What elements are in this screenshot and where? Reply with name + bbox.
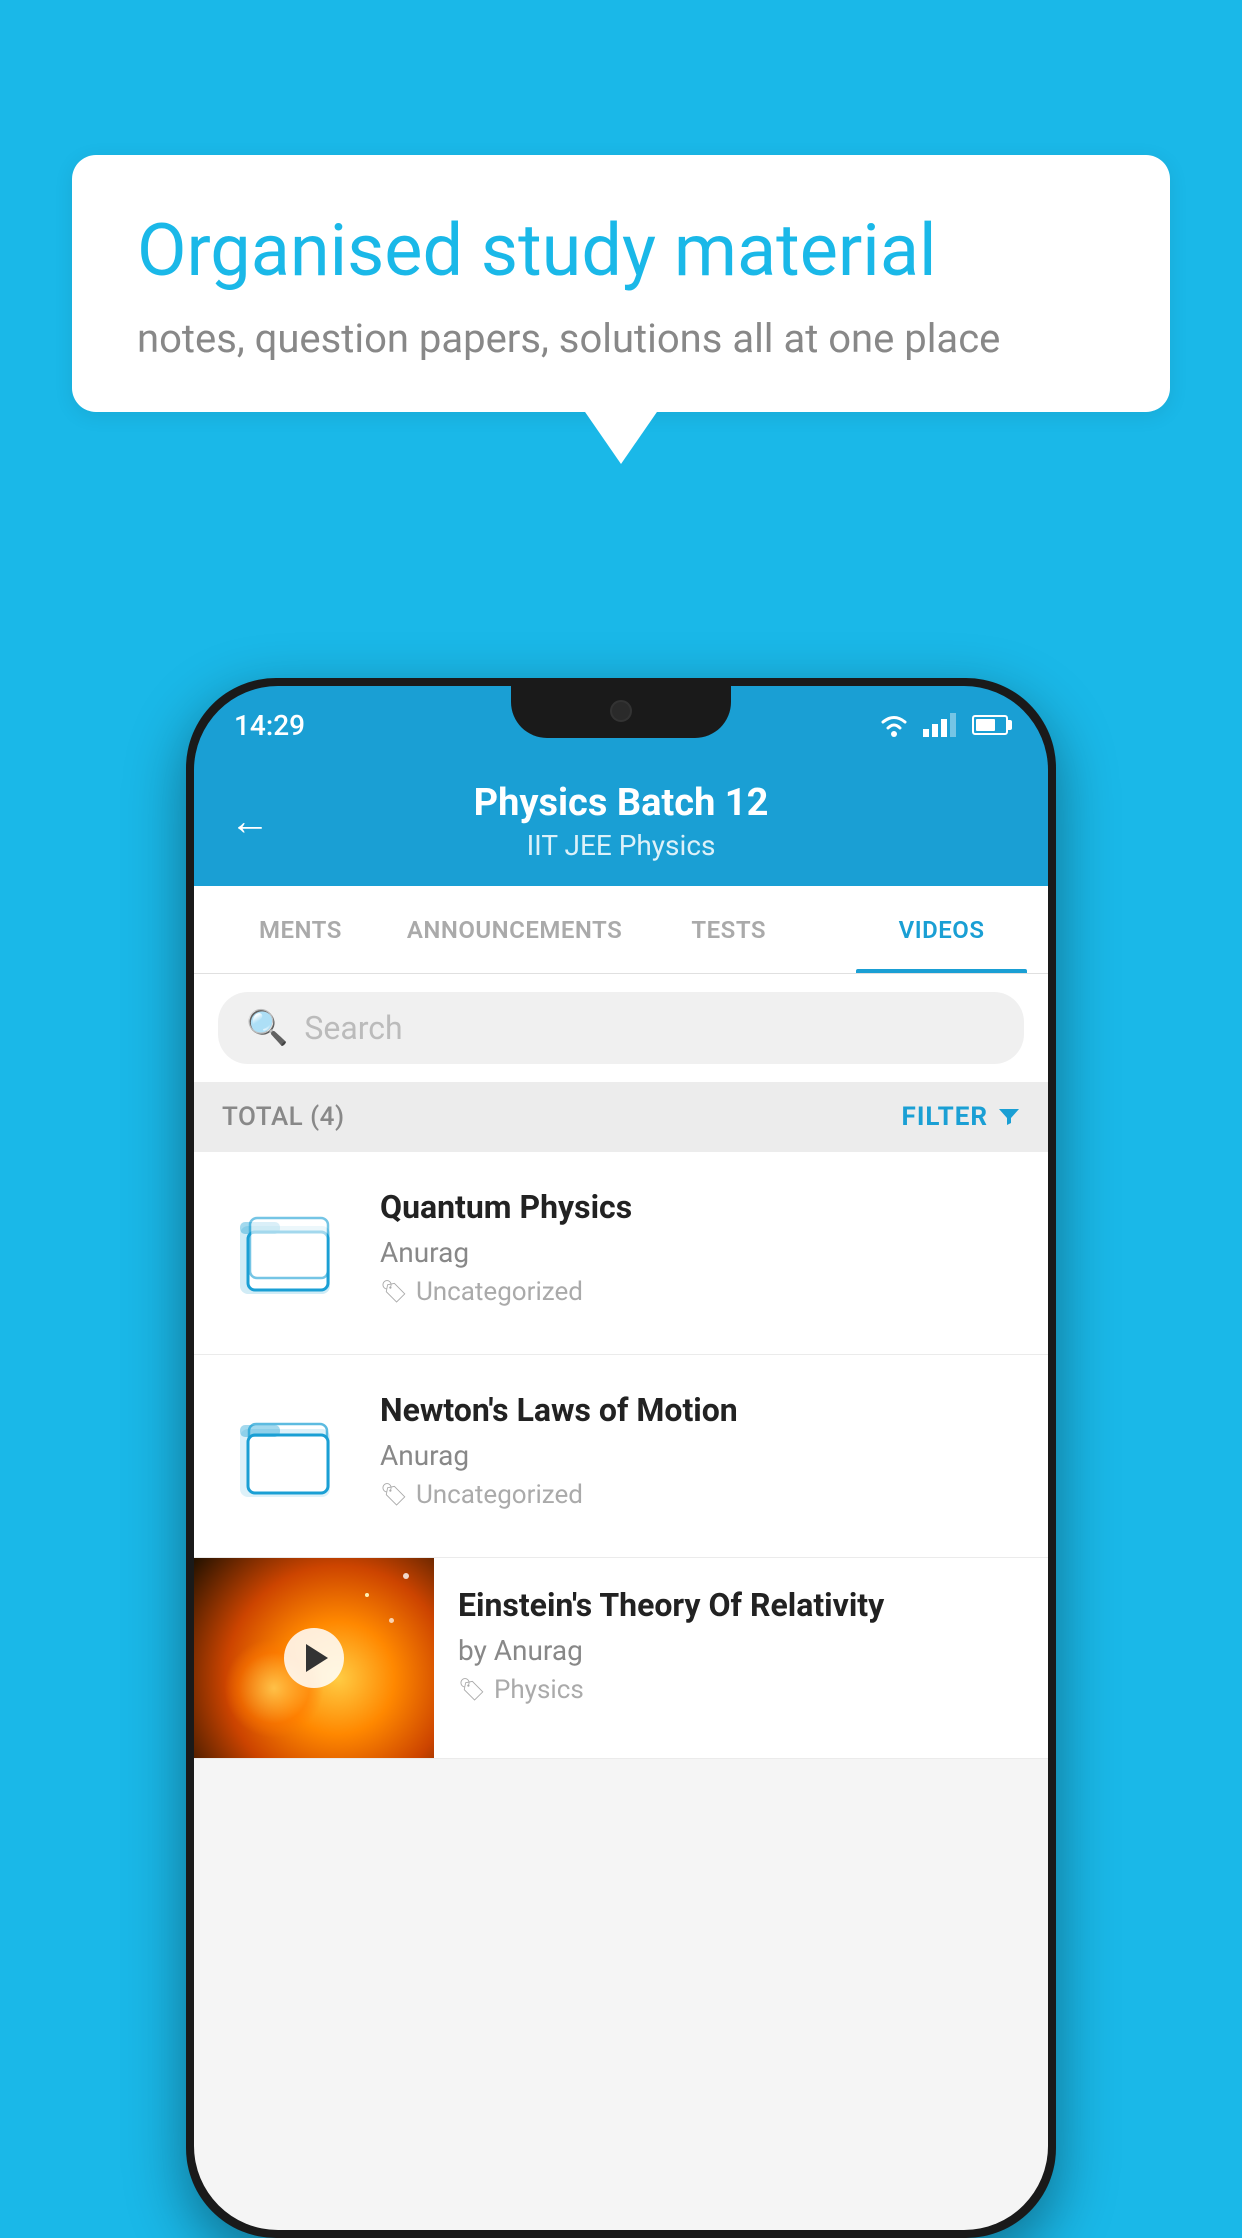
header-title: Physics Batch 12 [474, 781, 769, 825]
video-info-einstein: Einstein's Theory Of Relativity by Anura… [434, 1558, 1048, 1733]
battery-icon [972, 715, 1008, 735]
video-tag: 🏷 Uncategorized [380, 1277, 1020, 1307]
tag-label: Uncategorized [416, 1480, 583, 1510]
tag-label: Uncategorized [416, 1277, 583, 1307]
tag-icon: 🏷 [458, 1678, 486, 1703]
back-button[interactable]: ← [230, 798, 270, 845]
tab-announcements[interactable]: ANNOUNCEMENTS [407, 886, 622, 973]
video-tag: 🏷 Physics [458, 1675, 1024, 1705]
camera [610, 700, 632, 722]
video-title: Quantum Physics [380, 1188, 1020, 1226]
tab-tests[interactable]: TESTS [622, 886, 835, 973]
video-title: Einstein's Theory Of Relativity [458, 1586, 1024, 1624]
tab-videos[interactable]: VIDEOS [835, 886, 1048, 973]
speech-bubble-container: Organised study material notes, question… [72, 155, 1170, 412]
list-item[interactable]: Quantum Physics Anurag 🏷 Uncategorized [194, 1152, 1048, 1355]
tag-label: Physics [494, 1675, 584, 1705]
video-list: Quantum Physics Anurag 🏷 Uncategorized [194, 1152, 1048, 1759]
video-folder-icon-quantum [222, 1188, 352, 1318]
filter-funnel-icon [998, 1106, 1020, 1128]
video-info-newton: Newton's Laws of Motion Anurag 🏷 Uncateg… [380, 1391, 1020, 1510]
filter-button[interactable]: FILTER [902, 1102, 1020, 1132]
video-thumbnail-einstein [194, 1558, 434, 1758]
tab-bar: MENTS ANNOUNCEMENTS TESTS VIDEOS [194, 886, 1048, 974]
folder-icon [240, 1411, 335, 1501]
speech-bubble-title: Organised study material [137, 210, 1105, 293]
play-triangle-icon [306, 1644, 328, 1672]
video-author: Anurag [380, 1439, 1020, 1472]
app-content: 🔍 Search TOTAL (4) FILTER [194, 974, 1048, 2230]
phone-notch [511, 686, 731, 738]
folder-icon [240, 1208, 335, 1298]
signal-icon [923, 713, 956, 737]
search-bar-container: 🔍 Search [194, 974, 1048, 1082]
video-title: Newton's Laws of Motion [380, 1391, 1020, 1429]
tag-icon: 🏷 [380, 1280, 408, 1305]
status-time: 14:29 [234, 709, 305, 742]
list-item[interactable]: Newton's Laws of Motion Anurag 🏷 Uncateg… [194, 1355, 1048, 1558]
video-author: Anurag [380, 1236, 1020, 1269]
video-author: by Anurag [458, 1634, 1024, 1667]
speech-bubble-subtitle: notes, question papers, solutions all at… [137, 315, 1105, 362]
speech-bubble: Organised study material notes, question… [72, 155, 1170, 412]
video-folder-icon-newton [222, 1391, 352, 1521]
phone-frame: 14:29 [186, 678, 1056, 2238]
filter-label: FILTER [902, 1102, 988, 1132]
search-icon: 🔍 [246, 1008, 288, 1048]
tab-ments[interactable]: MENTS [194, 886, 407, 973]
video-info-quantum: Quantum Physics Anurag 🏷 Uncategorized [380, 1188, 1020, 1307]
status-icons [877, 712, 1008, 738]
phone-inner: 14:29 [194, 686, 1048, 2230]
wifi-icon [877, 712, 911, 738]
search-bar[interactable]: 🔍 Search [218, 992, 1024, 1064]
header-subtitle: IIT JEE Physics [527, 829, 716, 862]
search-placeholder: Search [304, 1009, 402, 1047]
play-button[interactable] [284, 1628, 344, 1688]
total-label: TOTAL (4) [222, 1102, 345, 1132]
filter-bar: TOTAL (4) FILTER [194, 1082, 1048, 1152]
video-tag: 🏷 Uncategorized [380, 1480, 1020, 1510]
list-item[interactable]: Einstein's Theory Of Relativity by Anura… [194, 1558, 1048, 1759]
tag-icon: 🏷 [380, 1483, 408, 1508]
app-header: ← Physics Batch 12 IIT JEE Physics [194, 756, 1048, 886]
